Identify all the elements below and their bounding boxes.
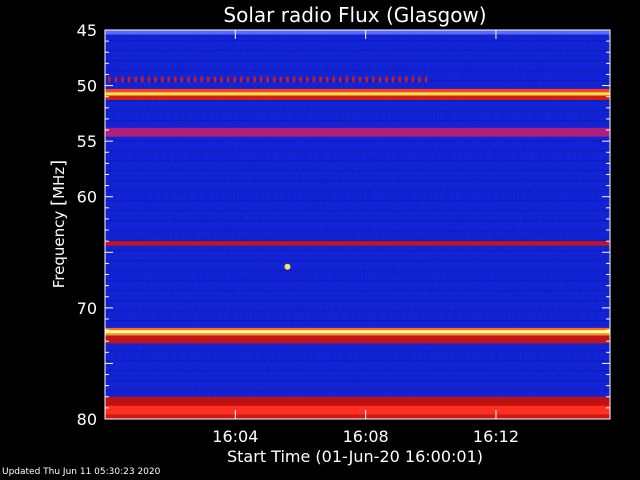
x-tick-label: 16:12 <box>473 427 519 446</box>
interference-dash <box>240 76 243 83</box>
interference-dash <box>180 76 184 83</box>
interference-dash <box>292 76 296 83</box>
interference-dash <box>193 76 197 83</box>
x-tick-label: 16:04 <box>212 427 258 446</box>
interference-dash <box>207 76 210 83</box>
updated-timestamp: Updated Thu Jun 11 05:30:23 2020 <box>2 467 161 477</box>
interference-band <box>105 414 610 419</box>
interference-dash <box>325 76 329 83</box>
interference-dash <box>187 76 190 83</box>
interference-dash <box>418 76 421 83</box>
interference-dash <box>279 76 283 83</box>
interference-dash <box>411 76 415 83</box>
emission-spot <box>284 263 291 270</box>
interference-dash <box>358 76 362 83</box>
interference-dash <box>160 76 164 83</box>
interference-dash <box>306 76 309 83</box>
y-tick-label: 60 <box>77 188 97 207</box>
interference-dash <box>319 76 322 83</box>
interference-dash <box>286 76 289 83</box>
x-axis-label: Start Time (01-Jun-20 16:00:01) <box>227 447 483 466</box>
interference-dash <box>352 76 355 83</box>
interference-band <box>105 330 610 334</box>
interference-dash <box>220 76 223 83</box>
interference-band <box>105 95 610 101</box>
chart-title: Solar radio Flux (Glasgow) <box>223 3 486 27</box>
interference-dash <box>213 76 217 83</box>
interference-dash <box>127 76 131 83</box>
y-tick-label: 55 <box>77 132 97 151</box>
interference-dash <box>391 76 395 83</box>
interference-dash <box>200 76 203 83</box>
interference-dash <box>121 76 124 83</box>
interference-dash <box>141 76 144 83</box>
interference-dash <box>154 76 157 83</box>
interference-band <box>105 327 610 331</box>
interference-dash <box>233 76 236 83</box>
interference-dash <box>385 76 388 83</box>
x-tick-label: 16:08 <box>343 427 389 446</box>
interference-dash <box>226 76 230 83</box>
y-tick-label: 70 <box>77 299 97 318</box>
y-axis-label-unit: MHz <box>50 167 68 199</box>
interference-dash <box>266 76 269 83</box>
y-tick-label: 45 <box>77 21 97 40</box>
interference-dash <box>147 76 151 83</box>
interference-dash <box>378 76 382 83</box>
interference-band <box>105 88 610 93</box>
interference-band <box>105 333 610 336</box>
interference-dash <box>345 76 349 83</box>
interference-dash <box>273 76 276 83</box>
interference-dash <box>114 76 118 83</box>
y-tick-label: 80 <box>77 410 97 429</box>
interference-band <box>105 241 610 246</box>
interference-dash <box>246 76 250 83</box>
noise-overlay <box>105 30 610 419</box>
y-tick-label: 50 <box>77 77 97 96</box>
y-axis-label: Frequency [MHz] <box>48 160 69 288</box>
interference-band <box>105 396 610 406</box>
interference-dash <box>174 76 177 83</box>
interference-dash <box>253 76 256 83</box>
interference-band <box>105 92 610 96</box>
interference-band <box>105 405 610 415</box>
y-axis-label-text: Frequency <box>50 206 68 288</box>
interference-dash <box>108 76 111 83</box>
interference-dash <box>372 76 375 83</box>
interference-dash <box>405 76 408 83</box>
interference-dash <box>424 76 428 83</box>
interference-dash <box>134 76 137 83</box>
interference-dash <box>332 76 335 83</box>
interference-dash <box>259 76 263 83</box>
interference-dash <box>365 76 368 83</box>
interference-band <box>105 30 610 35</box>
interference-dash <box>167 76 170 83</box>
plot-area <box>105 30 610 419</box>
interference-dash <box>299 76 302 83</box>
interference-band <box>105 127 610 137</box>
interference-band <box>105 335 610 344</box>
interference-dash <box>398 76 401 83</box>
solar-radio-spectrogram: Solar radio Flux (Glasgow) 16:04 16:08 16:… <box>48 3 611 466</box>
interference-dash <box>339 76 342 83</box>
interference-dash <box>312 76 316 83</box>
